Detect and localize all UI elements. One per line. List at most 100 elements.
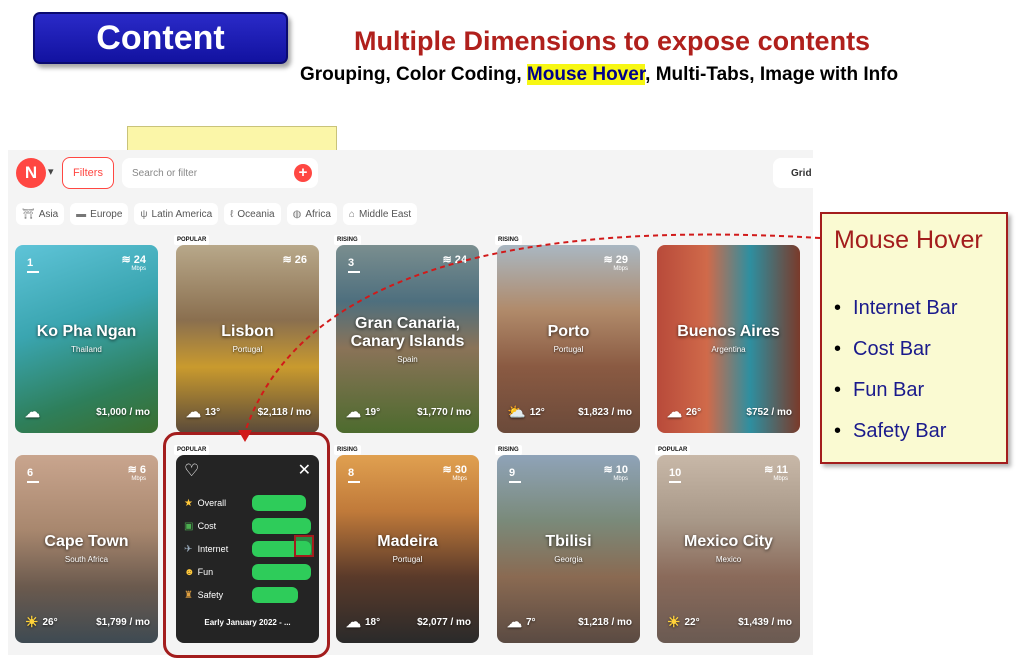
wifi-value: 26 [294, 254, 307, 266]
cloud-icon: ☁ [346, 614, 361, 631]
card-footer: ☀ 22° $1,439 / mo [667, 613, 792, 631]
wifi-speed: ≋ 6 Mbps [128, 465, 146, 483]
popular-tag: POPULAR [174, 445, 210, 455]
monthly-cost: $2,118 / mo [257, 406, 311, 418]
region-chip-asia[interactable]: ⛩ Asia [16, 203, 65, 225]
city-card-buenos-aires[interactable]: Buenos Aires Argentina ☁ 26° $752 / mo [657, 245, 800, 433]
subline-highlight: Mouse Hover [526, 64, 646, 85]
wifi-value: 24 [133, 254, 146, 266]
callout-list: • Internet Bar • Cost Bar • Fun Bar • Safety… [834, 297, 958, 461]
sun-icon: ☀ [25, 614, 39, 631]
region-chip-europe[interactable]: ▬ Europe [70, 203, 129, 225]
city-name: Tbilisi [545, 533, 592, 550]
card-footer: ☁ 7° $1,218 / mo [507, 613, 632, 631]
cloud-icon: ☁ [186, 404, 201, 421]
subline-text-1: Grouping, Color Coding, [300, 64, 527, 85]
city-card-gran-canaria[interactable]: RISING 3 ≋ 24 Gran Canaria, Canary Islan… [334, 235, 479, 433]
country-name: Georgia [554, 555, 583, 564]
wifi-speed: ≋ 24 Mbps [121, 254, 146, 273]
region-chip-middle-east[interactable]: ⌂ Middle East [342, 203, 418, 225]
monthly-cost: $1,000 / mo [96, 406, 150, 418]
wifi-speed: ≋ 30 Mbps [442, 465, 467, 483]
wifi-unit: Mbps [773, 476, 788, 482]
app-logo[interactable]: N [16, 158, 46, 188]
monthly-cost: $2,077 / mo [417, 616, 471, 628]
region-chip-africa[interactable]: ◍ Africa [286, 203, 337, 225]
filters-button[interactable]: Filters [62, 157, 114, 189]
search-input[interactable]: Search or filter + [122, 158, 318, 188]
country-name: Portugal [392, 555, 423, 564]
app-screenshot: N ▾ Filters Search or filter + Grid ⛩ Asi… [8, 150, 813, 655]
card-footer: ☁ 13° $2,118 / mo [186, 403, 311, 421]
temperature: 22° [684, 616, 700, 628]
cloud-icon: ☁ [507, 614, 522, 631]
card-rank: 1 [27, 257, 39, 273]
city-card-mexico-city[interactable]: POPULAR 10 ≋ 11 Mbps Mexico City Mexico ☀… [655, 445, 800, 643]
city-name: Cape Town [44, 533, 129, 550]
city-card-madeira[interactable]: RISING 8 ≋ 30 Mbps Madeira Portugal ☁ 18° $… [334, 445, 479, 643]
add-icon[interactable]: + [294, 164, 312, 182]
wifi-unit: Mbps [131, 266, 146, 272]
pagoda-icon: ⛩ [22, 208, 35, 220]
wifi-speed: ≋ 10 Mbps [603, 464, 628, 483]
mouse-hover-callout: Mouse Hover • Internet Bar • Cost Bar • Fun… [820, 212, 1008, 464]
callout-item: • Cost Bar [834, 338, 958, 379]
logo-letter: N [24, 163, 38, 182]
region-label: Africa [305, 208, 331, 220]
card-footer: ☁ $1,000 / mo [25, 403, 150, 421]
card-footer: ☁ 18° $2,077 / mo [346, 613, 471, 631]
kangaroo-icon: ℓ [230, 208, 234, 220]
wifi-speed: ≋ 29 Mbps [603, 254, 628, 273]
city-name: Mexico City [684, 533, 773, 550]
region-chip-oceania[interactable]: ℓ Oceania [224, 203, 281, 225]
region-label: Oceania [237, 208, 275, 220]
wifi-value: 11 [776, 464, 788, 476]
city-card-tbilisi[interactable]: RISING 9 ≋ 10 Mbps Tbilisi Georgia ☁ 7° $1,… [495, 445, 640, 643]
monthly-cost: $1,770 / mo [417, 406, 471, 418]
flag-icon: ▬ [76, 208, 87, 220]
callout-item: • Internet Bar [834, 297, 958, 338]
card-rank: 8 [348, 467, 360, 483]
wifi-speed: ≋ 11 Mbps [764, 464, 788, 483]
region-chip-latin-america[interactable]: ψ Latin America [134, 203, 219, 225]
grid-view-button[interactable]: Grid [773, 158, 813, 188]
chevron-down-icon[interactable]: ▾ [48, 165, 54, 178]
city-card-ko-pha-ngan[interactable]: 1 ≋ 24 Mbps Ko Pha Ngan Thailand ☁ $1,000 … [15, 245, 158, 433]
city-name: Gran Canaria, Canary Islands [350, 315, 465, 351]
card-rank: 9 [509, 467, 521, 483]
temperature: 13° [205, 406, 221, 418]
callout-item: • Fun Bar [834, 379, 958, 420]
temperature: 7° [526, 616, 536, 628]
wifi-unit: Mbps [613, 266, 628, 272]
wifi-icon: ≋ [442, 254, 455, 266]
country-name: South Africa [64, 555, 109, 564]
bullet-icon: • [834, 379, 842, 401]
region-label: Asia [38, 208, 59, 220]
search-placeholder: Search or filter [132, 167, 198, 179]
popular-tag: POPULAR [174, 235, 210, 245]
country-name: Portugal [553, 345, 584, 354]
monthly-cost: $752 / mo [746, 406, 792, 418]
wifi-speed: ≋ 24 [442, 255, 467, 266]
city-card-cape-town[interactable]: 6 ≋ 6 Mbps Cape Town South Africa ☀ 26° $1,… [15, 455, 158, 643]
wifi-speed: ≋ 26 [282, 255, 307, 266]
callout-item: • Safety Bar [834, 420, 958, 461]
city-card-porto[interactable]: RISING ≋ 29 Mbps Porto Portugal ⛅ 12° $1,82… [495, 235, 640, 433]
city-card-lisbon[interactable]: POPULAR ≋ 26 Lisbon Portugal ☁ 13° $2,118 … [174, 235, 319, 433]
cloud-icon: ☁ [667, 404, 682, 421]
wifi-icon: ≋ [603, 254, 616, 266]
wifi-icon: ≋ [603, 464, 616, 476]
wifi-unit: Mbps [131, 476, 146, 482]
temperature: 19° [365, 406, 381, 418]
mosque-icon: ⌂ [348, 208, 355, 220]
wifi-value: 24 [454, 254, 467, 266]
card-footer: ☀ 26° $1,799 / mo [25, 613, 150, 631]
country-name: Thailand [71, 345, 102, 354]
city-name: Lisbon [221, 323, 274, 340]
monthly-cost: $1,823 / mo [578, 406, 632, 418]
callout-title: Mouse Hover [834, 226, 983, 254]
region-filter-bar: ⛩ Asia ▬ Europe ψ Latin America ℓ Oceania ◍ A… [16, 203, 418, 225]
callout-item-label: Cost Bar [853, 338, 931, 360]
wifi-icon: ≋ [282, 254, 295, 266]
temperature: 18° [365, 616, 381, 628]
